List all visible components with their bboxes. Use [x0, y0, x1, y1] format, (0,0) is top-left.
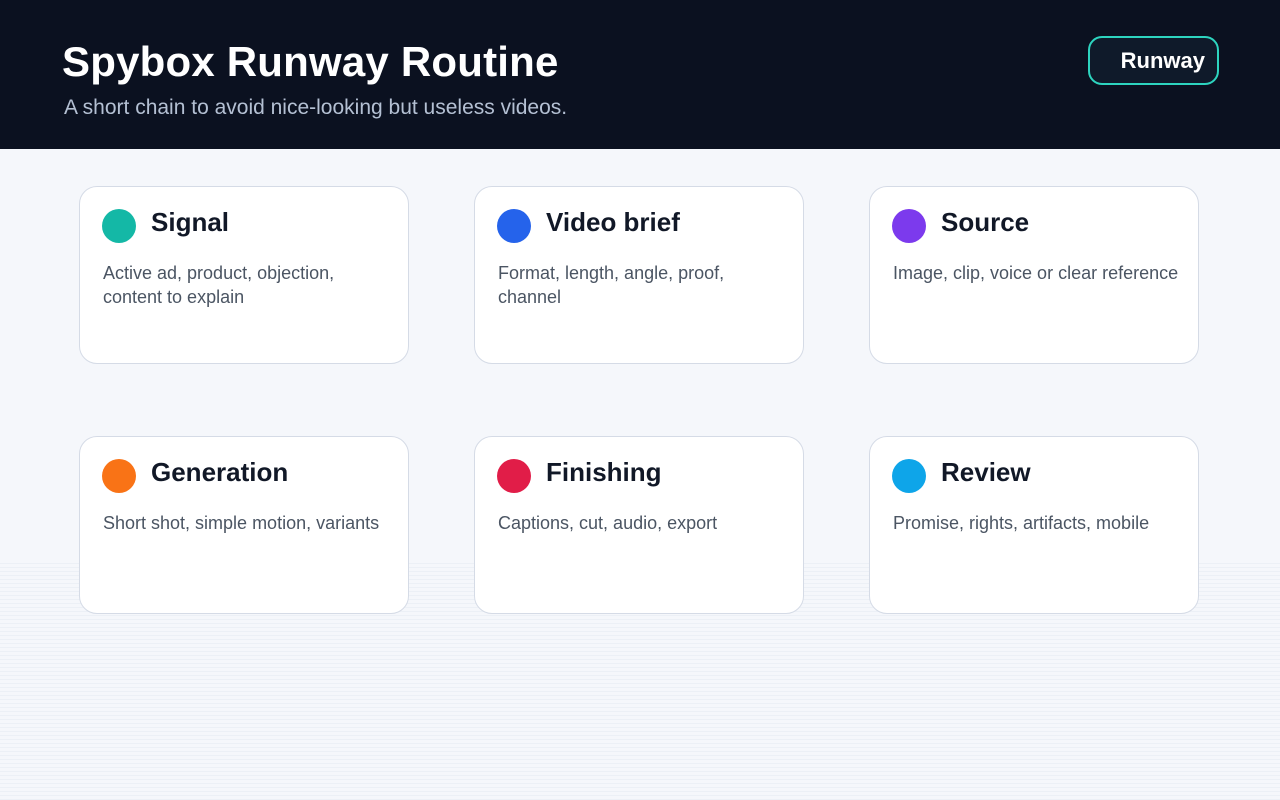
card-description: Format, length, angle, proof, channel — [498, 263, 725, 307]
step-card-finishing[interactable]: Finishing Captions, cut, audio, export — [474, 436, 804, 614]
status-dot-icon — [102, 209, 136, 243]
runway-badge[interactable]: Runway — [1088, 36, 1219, 85]
card-title: Generation — [151, 457, 289, 487]
status-dot-icon — [497, 459, 531, 493]
step-card-generation[interactable]: Generation Short shot, simple motion, va… — [79, 436, 409, 614]
step-card-signal[interactable]: Signal Active ad, product, objection, co… — [79, 186, 409, 364]
status-dot-icon — [497, 209, 531, 243]
card-title: Finishing — [546, 457, 662, 487]
card-description: Short shot, simple motion, variants — [103, 513, 380, 533]
step-card-source[interactable]: Source Image, clip, voice or clear refer… — [869, 186, 1199, 364]
step-card-review[interactable]: Review Promise, rights, artifacts, mobil… — [869, 436, 1199, 614]
card-title: Signal — [151, 207, 230, 237]
card-title: Review — [941, 457, 1031, 487]
page-header: Spybox Runway Routine A short chain to a… — [0, 0, 1280, 149]
page-title: Spybox Runway Routine — [62, 38, 559, 85]
status-dot-icon — [892, 459, 926, 493]
status-dot-icon — [892, 209, 926, 243]
card-description: Active ad, product, objection, content t… — [103, 263, 335, 307]
card-description: Captions, cut, audio, export — [498, 513, 718, 533]
step-card-video-brief[interactable]: Video brief Format, length, angle, proof… — [474, 186, 804, 364]
status-dot-icon — [102, 459, 136, 493]
card-description: Promise, rights, artifacts, mobile — [893, 513, 1150, 533]
card-title: Source — [941, 207, 1030, 237]
card-description: Image, clip, voice or clear reference — [893, 263, 1179, 283]
card-title: Video brief — [546, 207, 680, 237]
page-subtitle: A short chain to avoid nice-looking but … — [64, 96, 568, 119]
